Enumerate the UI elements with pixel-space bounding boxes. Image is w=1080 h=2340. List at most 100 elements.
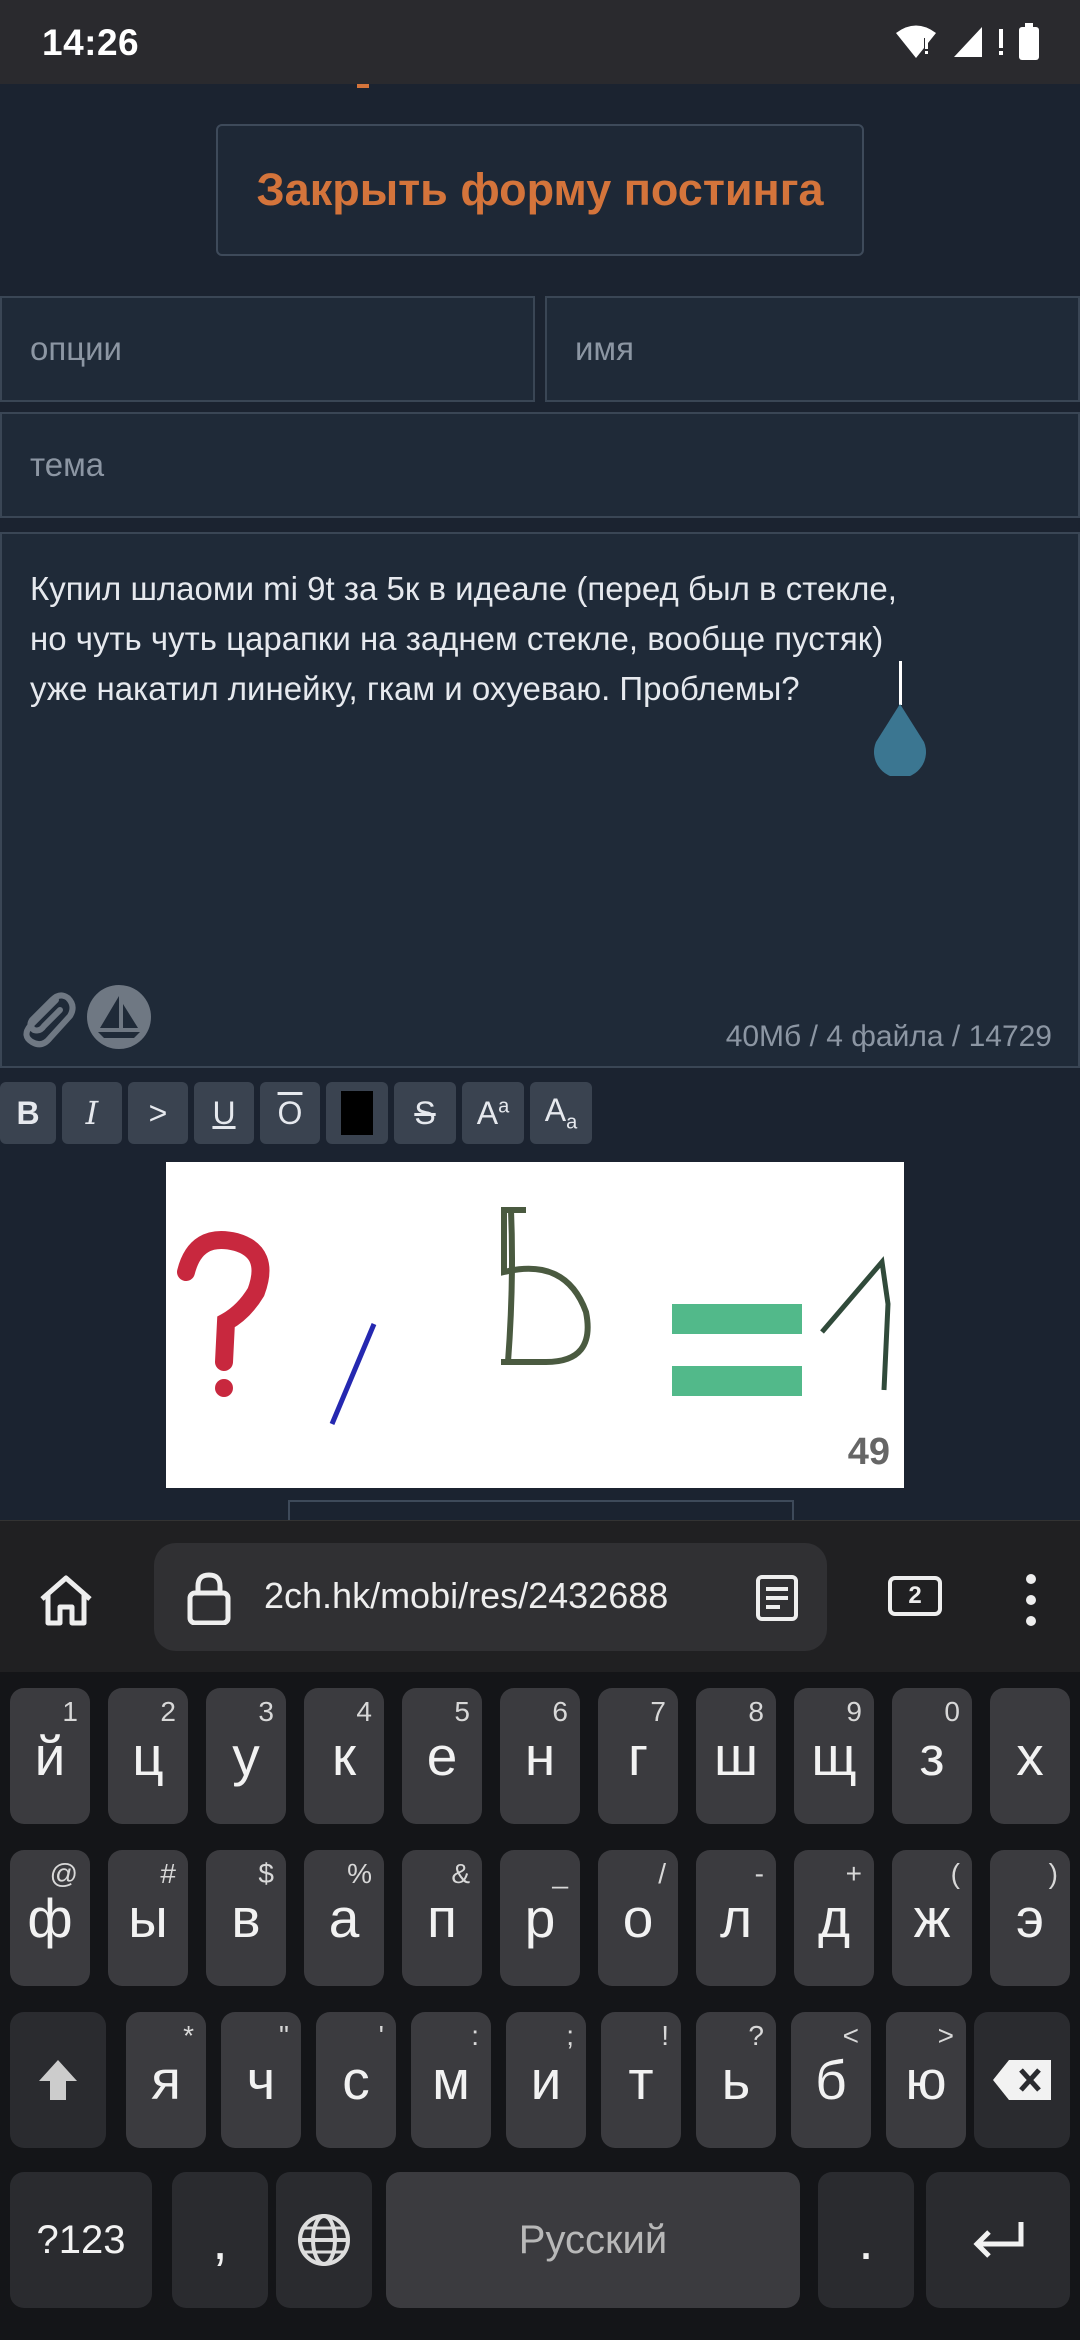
- language-key[interactable]: [276, 2172, 372, 2308]
- subscript-label: Aa: [544, 1091, 578, 1134]
- key-п[interactable]: п &: [402, 1850, 482, 1986]
- key-т[interactable]: т!: [601, 2012, 681, 2148]
- key-label: ч: [246, 2049, 276, 2111]
- key-label: з: [919, 1725, 945, 1787]
- italic-button[interactable]: I: [62, 1082, 122, 1144]
- strikethrough-button[interactable]: S: [394, 1082, 456, 1144]
- key-у[interactable]: у3: [206, 1688, 286, 1824]
- key-е[interactable]: е5: [402, 1688, 482, 1824]
- space-key[interactable]: Русский: [386, 2172, 800, 2308]
- key-о[interactable]: о /: [598, 1850, 678, 1986]
- key-ш[interactable]: ш8: [696, 1688, 776, 1824]
- key-label: щ: [811, 1725, 857, 1787]
- paperclip-icon[interactable]: [12, 984, 80, 1052]
- backspace-key[interactable]: [974, 2012, 1070, 2148]
- tabs-button[interactable]: 2: [888, 1576, 942, 1616]
- key-label: н: [524, 1725, 556, 1787]
- key-к[interactable]: к4: [304, 1688, 384, 1824]
- key-и[interactable]: и;: [506, 2012, 586, 2148]
- browser-toolbar: 2ch.hk/mobi/res/2432688 2: [0, 1520, 1080, 1672]
- key-hint: ;: [566, 2020, 574, 2051]
- key-г[interactable]: г7: [598, 1688, 678, 1824]
- key-label: б: [815, 2049, 847, 2111]
- key-label: э: [1015, 1887, 1045, 1949]
- quote-button[interactable]: >: [128, 1082, 188, 1144]
- address-bar[interactable]: 2ch.hk/mobi/res/2432688: [154, 1543, 827, 1651]
- spoiler-button[interactable]: [326, 1082, 388, 1144]
- sailboat-icon[interactable]: [86, 984, 152, 1050]
- key-ю[interactable]: ю >: [886, 2012, 966, 2148]
- key-р[interactable]: р _: [500, 1850, 580, 1986]
- key-а[interactable]: а%: [304, 1850, 384, 1986]
- key-ф[interactable]: ф @: [10, 1850, 90, 1986]
- key-н[interactable]: н6: [500, 1688, 580, 1824]
- underline-button[interactable]: U: [194, 1082, 254, 1144]
- key-hint: %: [347, 1858, 372, 1889]
- captcha-image: 49: [166, 1162, 904, 1488]
- key-hint: ': [378, 2020, 384, 2051]
- key-д[interactable]: д +: [794, 1850, 874, 1986]
- key-hint: 5: [454, 1696, 470, 1727]
- home-icon[interactable]: [36, 1573, 96, 1627]
- bold-button[interactable]: B: [0, 1082, 56, 1144]
- more-options-icon[interactable]: [1022, 1573, 1040, 1627]
- alert-icon: [999, 29, 1003, 55]
- key-в[interactable]: в $: [206, 1850, 286, 1986]
- period-key-label: .: [858, 2209, 874, 2271]
- comma-key-label: ,: [212, 2209, 228, 2271]
- key-м[interactable]: м:: [411, 2012, 491, 2148]
- key-х[interactable]: х: [990, 1688, 1070, 1824]
- key-с[interactable]: с ': [316, 2012, 396, 2148]
- name-field[interactable]: имя: [545, 296, 1080, 402]
- superscript-button[interactable]: Aa: [462, 1082, 524, 1144]
- shift-icon: [39, 2060, 77, 2100]
- comment-textarea[interactable]: Купил шлаоми mi 9t за 5к в идеале (перед…: [0, 532, 1080, 1068]
- key-я[interactable]: я *: [126, 2012, 206, 2148]
- key-hint: $: [258, 1858, 274, 1889]
- divider: [357, 84, 369, 88]
- enter-key[interactable]: [926, 2172, 1070, 2308]
- cursor-handle[interactable]: [870, 702, 930, 776]
- symbols-key-label: ?123: [36, 2217, 126, 2262]
- symbols-key[interactable]: ?123: [10, 2172, 152, 2308]
- overline-button[interactable]: O: [260, 1082, 320, 1144]
- period-key[interactable]: .: [818, 2172, 914, 2308]
- submit-button-peek[interactable]: [288, 1500, 794, 1520]
- key-б[interactable]: б <: [791, 2012, 871, 2148]
- key-ж[interactable]: ж(: [892, 1850, 972, 1986]
- lock-icon: [187, 1572, 231, 1625]
- key-label: й: [34, 1725, 66, 1787]
- comma-key[interactable]: ,: [172, 2172, 268, 2308]
- key-ы[interactable]: ы #: [108, 1850, 188, 1986]
- key-щ[interactable]: щ9: [794, 1688, 874, 1824]
- key-з[interactable]: з0: [892, 1688, 972, 1824]
- subscript-button[interactable]: Aa: [530, 1082, 592, 1144]
- key-hint: /: [658, 1858, 666, 1889]
- key-hint: 8: [748, 1696, 764, 1727]
- key-hint: 3: [258, 1696, 274, 1727]
- status-time: 14:26: [42, 22, 140, 63]
- key-hint: 0: [944, 1696, 960, 1727]
- subject-field[interactable]: тема: [0, 412, 1080, 518]
- signal-icon: [954, 27, 982, 57]
- key-hint: _: [552, 1858, 568, 1889]
- key-hint: 1: [62, 1696, 78, 1727]
- key-э[interactable]: э): [990, 1850, 1070, 1986]
- reader-mode-icon[interactable]: [754, 1573, 800, 1623]
- close-posting-form-button[interactable]: Закрыть форму постинга: [216, 124, 864, 256]
- key-hint: ?: [748, 2020, 764, 2051]
- key-hint: *: [183, 2020, 194, 2051]
- key-л[interactable]: л-: [696, 1850, 776, 1986]
- key-label: л: [719, 1887, 753, 1949]
- key-ь[interactable]: ь?: [696, 2012, 776, 2148]
- shift-key[interactable]: [10, 2012, 106, 2148]
- key-ц[interactable]: ц2: [108, 1688, 188, 1824]
- key-hint: 7: [650, 1696, 666, 1727]
- options-field[interactable]: опции: [0, 296, 535, 402]
- key-label: р: [524, 1887, 556, 1949]
- key-ч[interactable]: ч ": [221, 2012, 301, 2148]
- key-й[interactable]: й1: [10, 1688, 90, 1824]
- key-label: е: [426, 1725, 458, 1787]
- key-label: м: [432, 2049, 470, 2111]
- posting-form-page: Закрыть форму постинга опции имя тема Ку…: [0, 84, 1080, 1520]
